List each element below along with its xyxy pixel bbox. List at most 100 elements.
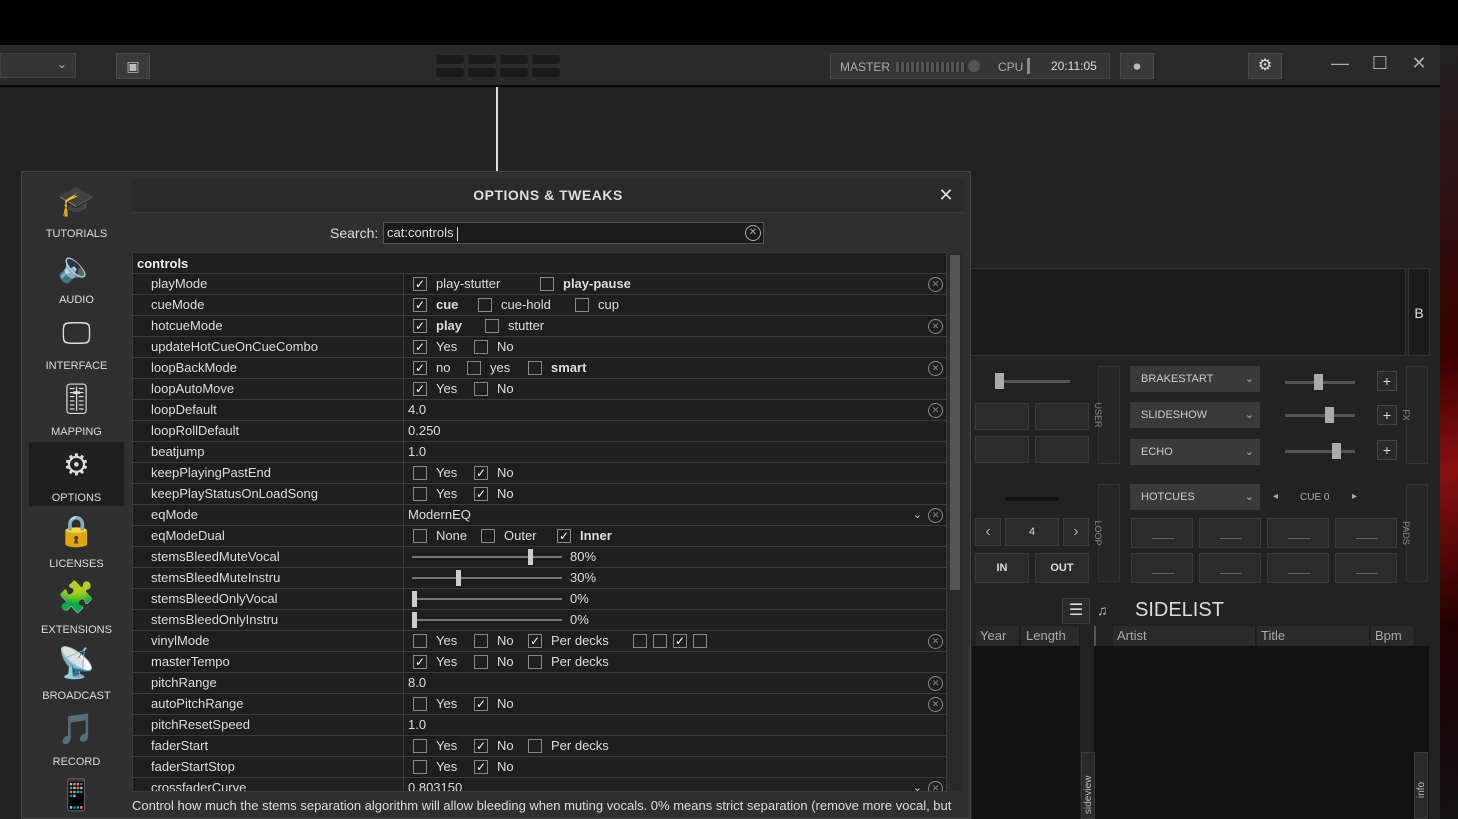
option-slider[interactable] <box>412 612 562 628</box>
option-checkbox[interactable]: ✓ <box>413 340 427 354</box>
option-value[interactable]: 0% <box>405 589 946 609</box>
layout-selector[interactable] <box>436 55 560 77</box>
deck-checkbox[interactable] <box>653 634 667 648</box>
sidebar-item-tutorials[interactable]: 🎓 TUTORIALS <box>29 178 124 242</box>
slider-handle[interactable] <box>412 612 417 628</box>
column-length[interactable]: Length <box>1022 626 1080 646</box>
cue-next-icon[interactable]: ▸ <box>1352 491 1357 502</box>
option-checkbox[interactable]: ✓ <box>474 739 488 753</box>
column-year[interactable]: Year <box>976 626 1020 646</box>
option-checkbox[interactable] <box>474 655 488 669</box>
loop-increase-button[interactable]: › <box>1063 518 1089 546</box>
chevron-down-icon[interactable]: ⌄ <box>913 778 922 791</box>
fx-slider[interactable] <box>1285 374 1355 390</box>
option-value[interactable]: ✓ Yes No <box>405 337 946 357</box>
loop-knob[interactable] <box>1005 497 1059 501</box>
option-value[interactable]: 30% <box>405 568 946 588</box>
chevron-down-icon[interactable]: ⌄ <box>913 505 922 525</box>
option-value[interactable]: ModernEQ ⌄ ✕ <box>405 505 946 525</box>
cue-prev-icon[interactable]: ◂ <box>1273 491 1278 502</box>
scrollbar[interactable] <box>948 253 962 791</box>
reset-icon[interactable]: ✕ <box>928 676 943 691</box>
fx-slot[interactable]: SLIDESHOW ⌄ <box>1130 402 1260 428</box>
deck-checkbox[interactable]: ✓ <box>673 634 687 648</box>
option-checkbox[interactable]: ✓ <box>413 382 427 396</box>
option-value[interactable]: Yes ✓ No Per decks <box>405 736 946 756</box>
user-tab[interactable]: USER <box>1093 366 1120 464</box>
reset-icon[interactable]: ✕ <box>928 508 943 523</box>
option-checkbox[interactable] <box>413 634 427 648</box>
option-value[interactable]: 8.0 ✕ <box>405 673 946 693</box>
sampler-pad[interactable] <box>1035 436 1089 463</box>
fx-slider[interactable] <box>1285 407 1355 423</box>
view-dropdown[interactable]: ⌄ <box>0 53 76 78</box>
option-checkbox[interactable] <box>467 361 481 375</box>
close-window-button[interactable]: ✕ <box>1407 53 1431 74</box>
option-checkbox[interactable]: ✓ <box>474 487 488 501</box>
sidebar-item-interface[interactable]: 🖵 INTERFACE <box>29 310 124 374</box>
option-value[interactable]: ✓ play stutter ✕ <box>405 316 946 336</box>
option-checkbox[interactable] <box>474 634 488 648</box>
option-checkbox[interactable] <box>485 319 499 333</box>
sampler-pad[interactable] <box>975 436 1029 463</box>
info-tab[interactable]: info <box>1414 752 1428 819</box>
sidebar-item-record[interactable]: 🎵 RECORD <box>29 706 124 770</box>
search-input[interactable]: cat:controls ✕ <box>383 222 764 244</box>
option-checkbox[interactable] <box>413 487 427 501</box>
option-checkbox[interactable] <box>413 529 427 543</box>
hotcue-pad[interactable] <box>1199 518 1261 548</box>
pads-mode-select[interactable]: HOTCUES ⌄ <box>1130 484 1260 510</box>
option-checkbox[interactable] <box>413 760 427 774</box>
option-checkbox[interactable] <box>528 655 542 669</box>
option-checkbox[interactable] <box>540 277 554 291</box>
loop-in-button[interactable]: IN <box>975 553 1029 583</box>
option-checkbox[interactable]: ✓ <box>557 529 571 543</box>
option-checkbox[interactable]: ✓ <box>474 697 488 711</box>
option-slider[interactable] <box>412 570 562 586</box>
option-value[interactable]: 80% <box>405 547 946 567</box>
cube-icon[interactable]: ▣ <box>116 53 150 79</box>
reset-icon[interactable]: ✕ <box>928 361 943 376</box>
minimize-button[interactable]: — <box>1328 53 1352 74</box>
deck-b-button[interactable]: B <box>1408 268 1430 356</box>
option-value[interactable]: ✓ cue cue-hold cup <box>405 295 946 315</box>
fx-add-button[interactable]: + <box>1377 440 1397 460</box>
option-value[interactable]: 0.250 <box>405 421 946 441</box>
sidebar-item-mobile[interactable]: 📱 <box>29 772 124 819</box>
option-checkbox[interactable] <box>528 739 542 753</box>
slider-handle[interactable] <box>528 549 533 565</box>
sidebar-item-extensions[interactable]: 🧩 EXTENSIONS <box>29 574 124 638</box>
option-checkbox[interactable]: ✓ <box>474 760 488 774</box>
option-value[interactable]: 0.803150 ⌄ ✕ <box>405 778 946 791</box>
option-value[interactable]: 1.0 <box>405 442 946 462</box>
reset-icon[interactable]: ✕ <box>928 781 943 791</box>
hotcue-pad[interactable] <box>1335 518 1397 548</box>
option-checkbox[interactable] <box>474 382 488 396</box>
sidebar-item-licenses[interactable]: 🔒 LICENSES <box>29 508 124 572</box>
column-artist[interactable]: Artist <box>1113 626 1256 646</box>
reset-icon[interactable]: ✕ <box>928 697 943 712</box>
reset-icon[interactable]: ✕ <box>928 403 943 418</box>
sideview-tab[interactable]: sideview <box>1081 752 1095 819</box>
master-volume-knob[interactable] <box>968 60 980 72</box>
option-checkbox[interactable]: ✓ <box>413 298 427 312</box>
close-icon[interactable]: ✕ <box>936 178 956 213</box>
option-checkbox[interactable] <box>575 298 589 312</box>
reset-icon[interactable]: ✕ <box>928 277 943 292</box>
option-value[interactable]: Yes No ✓ Per decks ✓ ✕ <box>405 631 946 651</box>
sidebar-item-broadcast[interactable]: 📡 BROADCAST <box>29 640 124 704</box>
option-checkbox[interactable] <box>413 697 427 711</box>
option-checkbox[interactable]: ✓ <box>413 361 427 375</box>
fx-add-button[interactable]: + <box>1377 371 1397 391</box>
hotcue-pad[interactable] <box>1131 518 1193 548</box>
sidebar-item-audio[interactable]: 🔈 AUDIO <box>29 244 124 308</box>
pads-tab[interactable]: PADS <box>1401 484 1428 582</box>
hotcue-pad[interactable] <box>1267 553 1329 583</box>
hotcue-pad[interactable] <box>1131 553 1193 583</box>
sampler-pad[interactable] <box>1035 403 1089 430</box>
option-value[interactable]: 0% <box>405 610 946 630</box>
record-icon[interactable]: ⏺ <box>1120 53 1154 79</box>
loop-tab[interactable]: LOOP <box>1093 484 1120 582</box>
option-value[interactable]: Yes ✓ No ✕ <box>405 694 946 714</box>
option-value[interactable]: Yes ✓ No <box>405 757 946 777</box>
